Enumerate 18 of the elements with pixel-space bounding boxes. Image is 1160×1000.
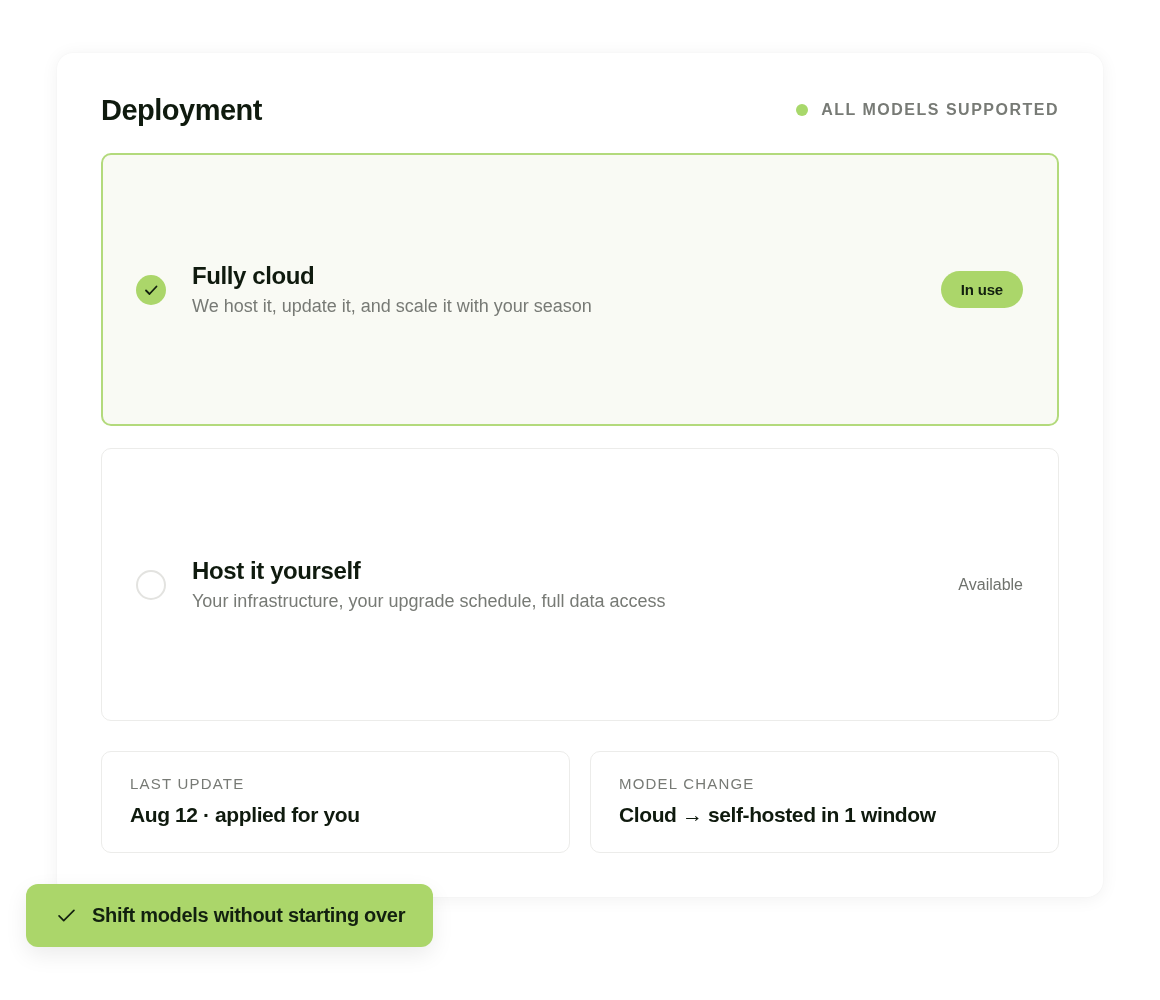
info-value: Aug 12 · applied for you [130, 803, 361, 827]
status-label: ALL MODELS SUPPORTED [821, 101, 1059, 119]
check-icon [58, 909, 75, 922]
radio-checked-icon[interactable] [136, 274, 166, 305]
info-label: LAST UPDATE [130, 775, 246, 792]
radio-empty-icon[interactable] [136, 569, 166, 600]
option-title: Fully cloud [192, 262, 316, 290]
status-badge: In use [940, 271, 1023, 308]
panel-title: Deployment [101, 93, 262, 127]
availability-label: Available [958, 575, 1023, 594]
option-description: We host it, update it, and scale it with your season [192, 296, 593, 317]
info-value: Cloud → self-hosted in 1 window [619, 803, 937, 827]
deployment-option[interactable]: Fully cloud We host it, update it, and scale it with your season In use [101, 153, 1059, 426]
info-label: MODEL CHANGE [619, 775, 756, 792]
deployment-option[interactable]: Host it yourself Your infrastructure, your upgrade schedule, full data access Available [101, 448, 1059, 721]
toast-message: Shift models without starting over [92, 904, 406, 927]
option-description: Your infrastructure, your upgrade schedule, full data access [192, 591, 667, 612]
option-title: Host it yourself [192, 557, 362, 585]
